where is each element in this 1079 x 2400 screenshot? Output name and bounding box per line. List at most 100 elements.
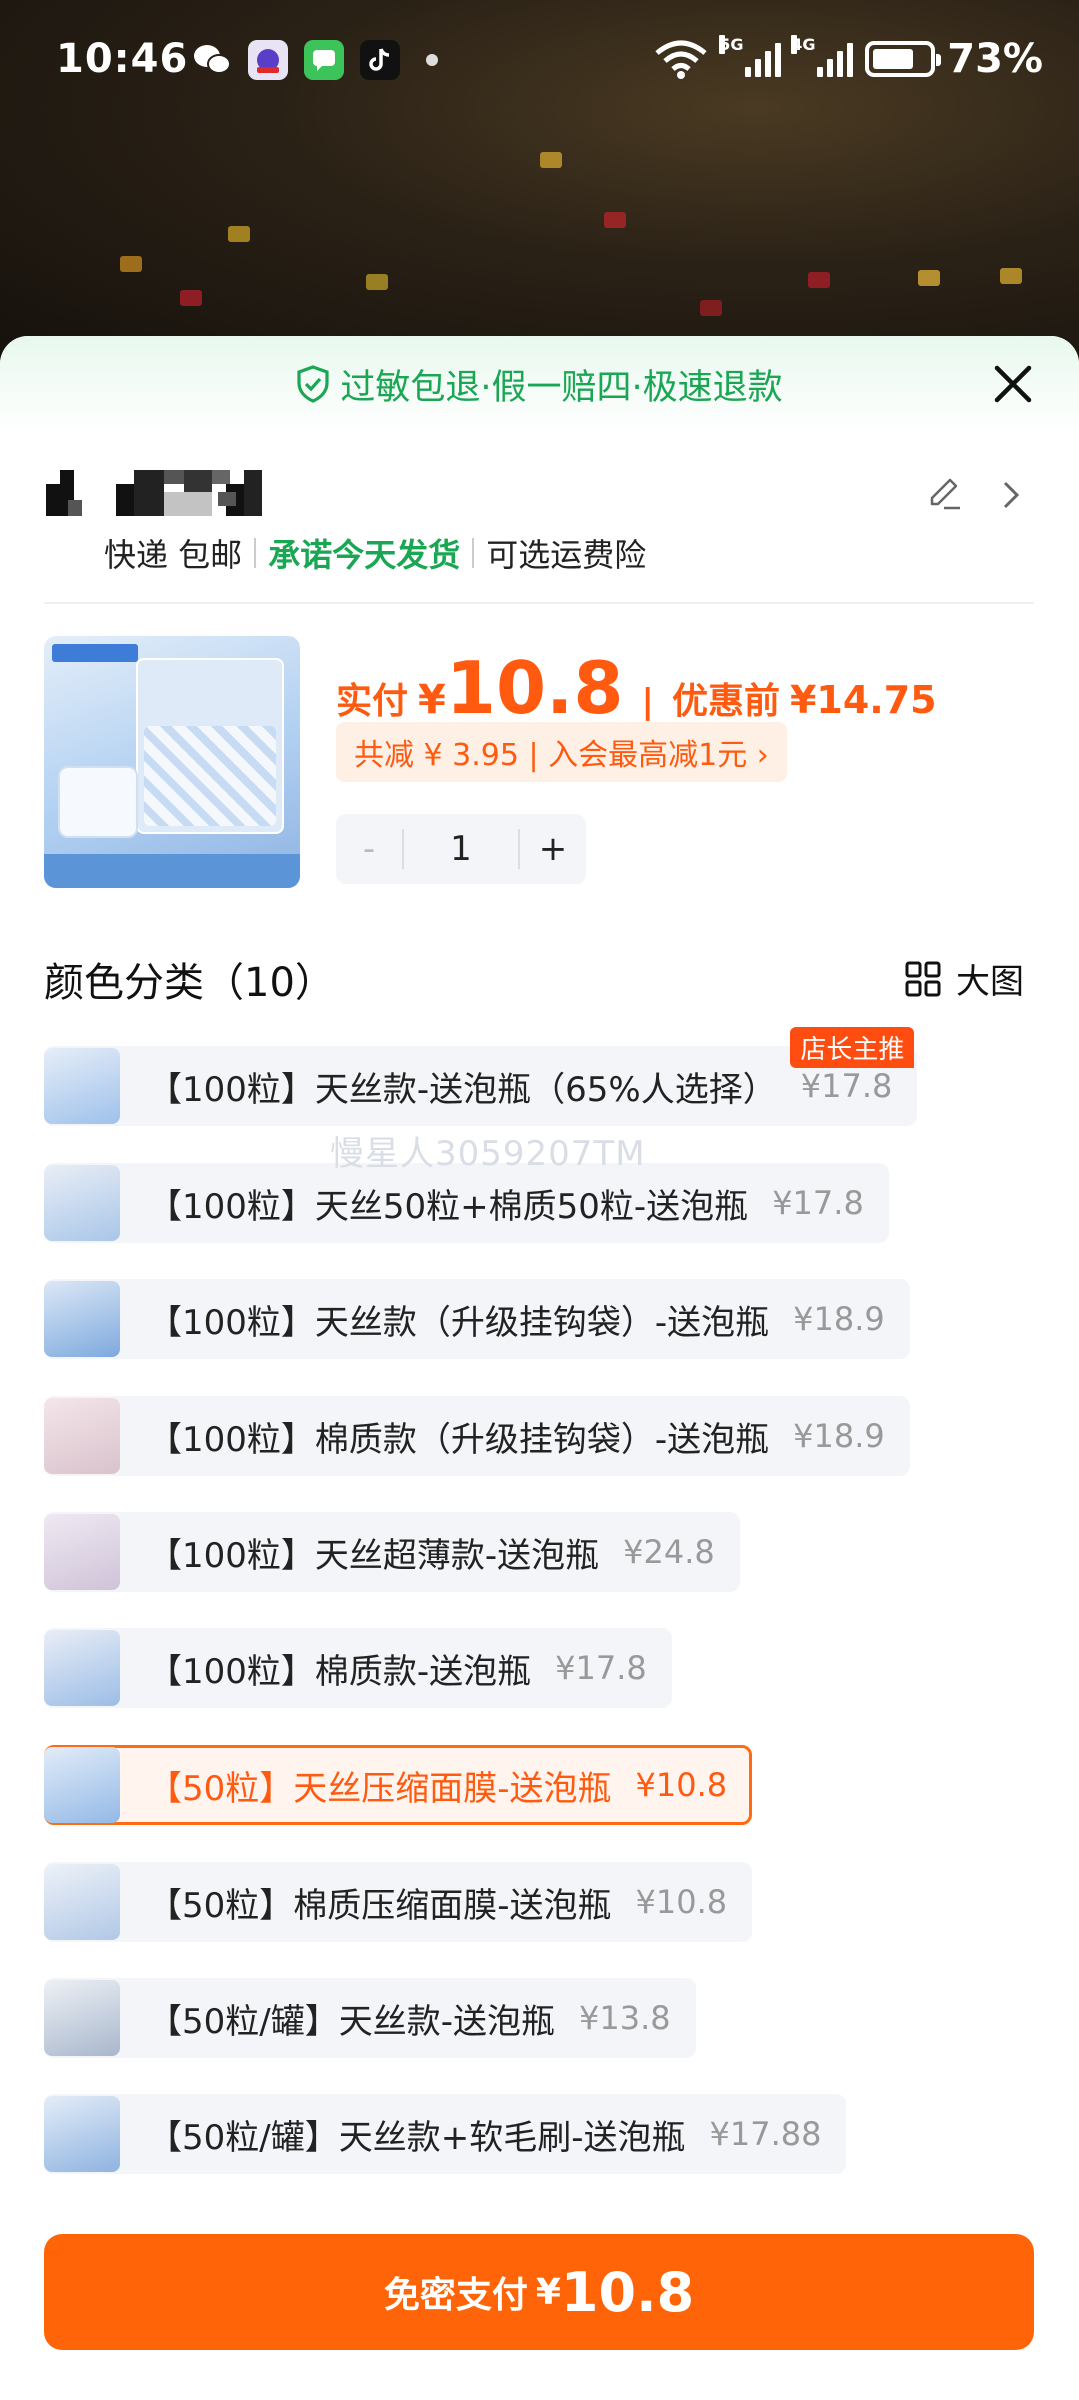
divider bbox=[44, 602, 1034, 604]
confetti bbox=[808, 272, 830, 288]
divider bbox=[254, 538, 257, 568]
system-indicators: 5G 4G 73% bbox=[653, 35, 1043, 82]
delivery-info: 快递 包邮 承诺今天发货 可选运费险 bbox=[104, 530, 646, 576]
guarantee-banner: 过敏包退·假一赔四·极速退款 bbox=[0, 336, 1079, 432]
guarantee-text: 过敏包退·假一赔四·极速退款 bbox=[340, 367, 783, 408]
status-bar: 10:46 5G 4G 73% bbox=[0, 0, 1079, 120]
variation-thumbnail[interactable] bbox=[44, 1281, 120, 1357]
clock: 10:46 bbox=[56, 36, 189, 82]
quantity-value[interactable]: 1 bbox=[404, 814, 518, 884]
confetti bbox=[700, 300, 722, 316]
variation-label: 【100粒】棉质款（升级挂钩袋）-送泡瓶 bbox=[148, 1419, 770, 1460]
variation-option[interactable]: 【100粒】天丝超薄款-送泡瓶 ¥24.8 bbox=[44, 1512, 740, 1592]
pay-label: 免密支付 bbox=[383, 2275, 528, 2316]
original-price-label: 优惠前 bbox=[671, 681, 780, 722]
variation-label: 【100粒】棉质款-送泡瓶 bbox=[148, 1651, 532, 1692]
actual-pay-label: 实付 bbox=[336, 681, 409, 722]
variation-option[interactable]: 【50粒/罐】天丝款+软毛刷-送泡瓶 ¥17.88 bbox=[44, 2094, 847, 2174]
increase-button[interactable]: + bbox=[518, 829, 586, 869]
variation-label: 【50粒/罐】天丝款+软毛刷-送泡瓶 bbox=[148, 2117, 686, 2158]
price-separator: | bbox=[641, 682, 654, 722]
grid-icon bbox=[905, 961, 941, 996]
edit-icon[interactable] bbox=[924, 474, 964, 514]
actual-price: 10.8 bbox=[445, 646, 624, 730]
variation-price: ¥17.8 bbox=[772, 1184, 864, 1222]
confetti bbox=[120, 256, 142, 272]
variation-thumbnail[interactable] bbox=[44, 1514, 120, 1590]
pay-button[interactable]: 免密支付 ¥ 10.8 bbox=[44, 2234, 1034, 2350]
variation-price: ¥17.8 bbox=[800, 1067, 893, 1105]
original-price: ¥14.75 bbox=[789, 678, 937, 722]
variation-label: 【100粒】天丝款（升级挂钩袋）-送泡瓶 bbox=[148, 1302, 770, 1343]
signal-5g-icon: 5G bbox=[719, 35, 782, 77]
variation-price: ¥10.8 bbox=[635, 1766, 728, 1804]
notification-icons bbox=[192, 40, 438, 80]
divider bbox=[472, 538, 475, 568]
app-icon bbox=[248, 40, 288, 80]
variation-option[interactable]: 【50粒/罐】天丝款-送泡瓶 ¥13.8 bbox=[44, 1978, 696, 2058]
variation-price: ¥24.8 bbox=[623, 1533, 715, 1571]
variation-thumbnail[interactable] bbox=[44, 1165, 120, 1241]
variation-thumbnail[interactable] bbox=[44, 1864, 120, 1940]
shield-check-icon bbox=[297, 365, 329, 403]
blurred-recipient-name[interactable] bbox=[46, 470, 294, 516]
variation-option[interactable]: 【100粒】天丝50粒+棉质50粒-送泡瓶 ¥17.8 bbox=[44, 1163, 889, 1243]
decrease-button[interactable]: - bbox=[336, 829, 404, 869]
variation-price: ¥18.9 bbox=[793, 1417, 885, 1455]
confetti bbox=[180, 290, 202, 306]
variation-label: 【50粒】棉质压缩面膜-送泡瓶 bbox=[148, 1885, 612, 1926]
variation-thumbnail[interactable] bbox=[44, 1980, 120, 2056]
battery-percent: 73% bbox=[947, 36, 1043, 82]
big-image-label: 大图 bbox=[956, 962, 1024, 1002]
watermark: 慢星人3059207TM bbox=[330, 1134, 646, 1174]
variation-label: 【50粒/罐】天丝款-送泡瓶 bbox=[148, 2001, 555, 2042]
quantity-stepper: - 1 + bbox=[336, 814, 586, 884]
wifi-icon bbox=[655, 40, 707, 79]
variation-label: 【100粒】天丝50粒+棉质50粒-送泡瓶 bbox=[148, 1186, 749, 1227]
signal-4g-icon: 4G bbox=[791, 35, 854, 77]
variation-option[interactable]: 【50粒】天丝压缩面膜-送泡瓶 ¥10.8 bbox=[44, 1745, 753, 1825]
wechat-icon bbox=[192, 40, 232, 80]
close-icon[interactable] bbox=[987, 358, 1039, 410]
confetti bbox=[604, 212, 626, 228]
shipping-label: 快递 包邮 bbox=[104, 536, 243, 574]
recommended-badge: 店长主推 bbox=[790, 1027, 915, 1068]
shipping-insurance: 可选运费险 bbox=[486, 536, 647, 574]
variation-thumbnail[interactable] bbox=[44, 1747, 120, 1823]
pay-amount: 10.8 bbox=[560, 2260, 695, 2324]
tiktok-icon bbox=[360, 40, 400, 80]
messages-icon bbox=[304, 40, 344, 80]
variation-thumbnail[interactable] bbox=[44, 1398, 120, 1474]
variation-thumbnail[interactable] bbox=[44, 2096, 120, 2172]
currency-symbol: ¥ bbox=[418, 677, 446, 723]
discount-detail-link[interactable]: 共减 ¥ 3.95 | 入会最高减1元 › bbox=[336, 722, 787, 782]
variation-label: 【50粒】天丝压缩面膜-送泡瓶 bbox=[148, 1768, 612, 1809]
confetti bbox=[228, 226, 250, 242]
variation-option[interactable]: 【100粒】棉质款（升级挂钩袋）-送泡瓶 ¥18.9 bbox=[44, 1396, 910, 1476]
variation-label: 【100粒】天丝款-送泡瓶（65%人选择） bbox=[148, 1069, 777, 1110]
big-image-toggle[interactable]: 大图 bbox=[904, 954, 1024, 1003]
variation-price: ¥10.8 bbox=[635, 1883, 728, 1921]
confetti bbox=[918, 270, 940, 286]
variation-price: ¥18.9 bbox=[793, 1300, 885, 1338]
confetti bbox=[1000, 268, 1022, 284]
variation-option[interactable]: 【100粒】天丝款（升级挂钩袋）-送泡瓶 ¥18.9 bbox=[44, 1279, 910, 1359]
variation-price: ¥17.88 bbox=[709, 2115, 822, 2153]
variation-option[interactable]: 【100粒】天丝款-送泡瓶（65%人选择） ¥17.8 店长主推 bbox=[44, 1027, 918, 1126]
variation-label: 【100粒】天丝超薄款-送泡瓶 bbox=[148, 1535, 600, 1576]
variation-section-title: 颜色分类（10） bbox=[44, 960, 335, 1006]
variation-option[interactable]: 【50粒】棉质压缩面膜-送泡瓶 ¥10.8 bbox=[44, 1862, 753, 1942]
chevron-right-icon[interactable] bbox=[996, 478, 1026, 512]
variation-option[interactable]: 【100粒】棉质款-送泡瓶 ¥17.8 bbox=[44, 1628, 672, 1708]
price-line: 实付 ¥ 10.8 | 优惠前 ¥14.75 bbox=[336, 646, 937, 730]
variation-thumbnail[interactable] bbox=[44, 1048, 120, 1124]
battery-icon bbox=[865, 41, 942, 77]
variation-thumbnail[interactable] bbox=[44, 1630, 120, 1706]
variation-price: ¥17.8 bbox=[555, 1649, 647, 1687]
confetti bbox=[366, 274, 388, 290]
variation-price: ¥13.8 bbox=[579, 1999, 671, 2037]
confetti bbox=[540, 152, 562, 168]
ship-today-promise: 承诺今天发货 bbox=[268, 536, 461, 574]
product-image[interactable] bbox=[44, 636, 300, 888]
pay-currency: ¥ bbox=[535, 2271, 561, 2313]
